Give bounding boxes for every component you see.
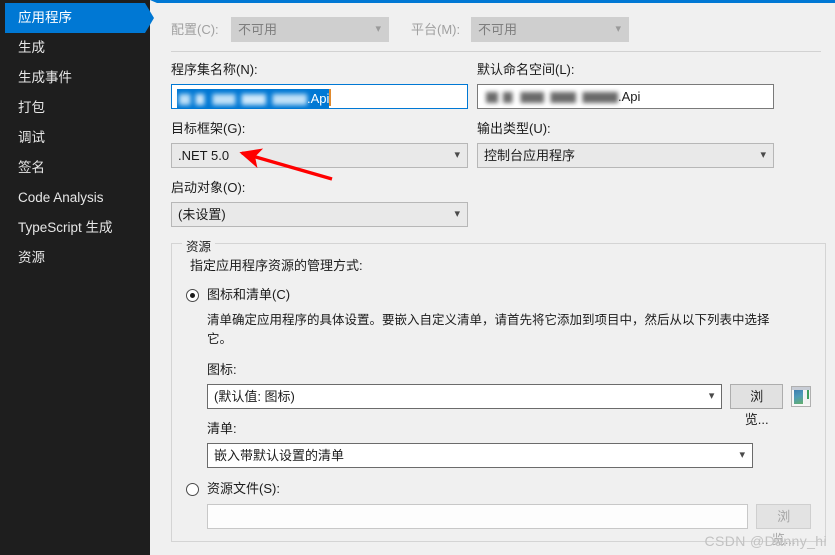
sidebar-item-application[interactable]: 应用程序 bbox=[5, 3, 154, 33]
platform-label: 平台(M): bbox=[411, 21, 461, 37]
icon-label: 图标: bbox=[207, 362, 237, 377]
chevron-down-icon: ▾ bbox=[454, 208, 460, 220]
startup-object-label: 启动对象(O): bbox=[171, 180, 246, 195]
chevron-down-icon: ▾ bbox=[708, 390, 715, 402]
resources-description: 指定应用程序资源的管理方式: bbox=[190, 258, 363, 273]
assembly-name-suffix: .Api bbox=[307, 91, 330, 107]
icon-preview-thumbnail bbox=[791, 386, 812, 407]
target-framework-label: 目标框架(G): bbox=[171, 121, 246, 136]
resource-file-label: 资源文件(S): bbox=[207, 481, 280, 496]
platform-value: 不可用 bbox=[478, 22, 518, 37]
icon-browse-button[interactable]: 浏览... bbox=[730, 384, 784, 427]
resource-file-browse-button[interactable]: 浏览... bbox=[756, 504, 811, 547]
sidebar-item-resources[interactable]: 资源 bbox=[0, 243, 150, 273]
manifest-dropdown[interactable]: 嵌入带默认设置的清单 ▾ bbox=[207, 443, 753, 468]
startup-object-dropdown[interactable]: (未设置) ▾ bbox=[171, 202, 468, 227]
output-type-dropdown[interactable]: 控制台应用程序 ▾ bbox=[477, 143, 774, 168]
text-caret bbox=[329, 89, 332, 107]
configuration-value: 不可用 bbox=[238, 22, 278, 37]
chevron-down-icon: ▾ bbox=[375, 23, 381, 35]
icon-and-manifest-label: 图标和清单(C) bbox=[207, 287, 291, 302]
sidebar-item-label: 资源 bbox=[18, 250, 45, 265]
default-namespace-label: 默认命名空间(L): bbox=[477, 62, 575, 77]
resource-file-radio-row[interactable]: 资源文件(S): bbox=[186, 481, 811, 497]
sidebar-item-label: 打包 bbox=[18, 100, 45, 115]
sidebar-item-label: 调试 bbox=[18, 130, 45, 145]
sidebar-item-label: TypeScript 生成 bbox=[18, 220, 113, 235]
manifest-label: 清单: bbox=[207, 421, 237, 436]
target-framework-value: .NET 5.0 bbox=[178, 148, 230, 163]
platform-dropdown[interactable]: 不可用 ▾ bbox=[471, 17, 629, 42]
output-type-label: 输出类型(U): bbox=[477, 121, 551, 136]
icon-browse-label: 浏览... bbox=[744, 389, 769, 427]
configuration-dropdown[interactable]: 不可用 ▾ bbox=[231, 17, 389, 42]
icon-dropdown[interactable]: (默认值: 图标) ▾ bbox=[207, 384, 723, 409]
sidebar-item-debug[interactable]: 调试 bbox=[0, 123, 150, 153]
properties-sidebar: 应用程序 生成 生成事件 打包 调试 签名 Code Analysis Type… bbox=[0, 0, 154, 555]
sidebar-item-build-events[interactable]: 生成事件 bbox=[0, 63, 150, 93]
sidebar-item-label: 生成事件 bbox=[18, 70, 72, 85]
resource-file-input[interactable] bbox=[207, 504, 749, 529]
assembly-name-label: 程序集名称(N): bbox=[171, 62, 258, 77]
sidebar-item-label: 生成 bbox=[18, 40, 45, 55]
redacted-text bbox=[179, 94, 307, 106]
icon-value: (默认值: 图标) bbox=[214, 389, 295, 404]
default-namespace-suffix: .Api bbox=[618, 89, 641, 104]
resources-group-title: 资源 bbox=[182, 236, 216, 255]
chevron-down-icon: ▾ bbox=[454, 149, 460, 161]
section-divider bbox=[171, 51, 821, 52]
sidebar-item-label: 签名 bbox=[18, 160, 45, 175]
sidebar-item-code-analysis[interactable]: Code Analysis bbox=[0, 183, 150, 213]
output-type-value: 控制台应用程序 bbox=[484, 148, 576, 163]
visual-studio-project-properties-window: 应用程序 生成 生成事件 打包 调试 签名 Code Analysis Type… bbox=[0, 0, 835, 555]
sidebar-item-typescript-build[interactable]: TypeScript 生成 bbox=[0, 213, 150, 243]
assembly-name-selected-text: .Api bbox=[177, 89, 330, 108]
redacted-text bbox=[486, 92, 618, 104]
default-namespace-input[interactable]: .Api bbox=[477, 84, 774, 109]
sidebar-item-label: Code Analysis bbox=[18, 190, 104, 205]
sidebar-item-label: 应用程序 bbox=[18, 10, 72, 25]
sidebar-item-build[interactable]: 生成 bbox=[0, 33, 150, 63]
resource-file-radio[interactable] bbox=[186, 483, 199, 496]
resources-group: 资源 指定应用程序资源的管理方式: 图标和清单(C) 清单确定应用程序的具体设置… bbox=[171, 236, 826, 547]
icon-and-manifest-help-text: 清单确定应用程序的具体设置。要嵌入自定义清单，请首先将它添加到项目中，然后从以下… bbox=[207, 313, 770, 346]
chevron-down-icon: ▾ bbox=[739, 449, 745, 461]
application-settings-pane: 配置(C): 不可用 ▾ 平台(M): 不可用 ▾ 程序集名称(N): .Api bbox=[150, 0, 835, 555]
csdn-watermark: CSDN @Danny_hi bbox=[704, 533, 827, 549]
manifest-value: 嵌入带默认设置的清单 bbox=[214, 448, 345, 463]
target-framework-dropdown[interactable]: .NET 5.0 ▾ bbox=[171, 143, 468, 168]
sidebar-item-package[interactable]: 打包 bbox=[0, 93, 150, 123]
chevron-down-icon: ▾ bbox=[615, 23, 621, 35]
startup-object-value: (未设置) bbox=[178, 207, 226, 222]
icon-and-manifest-radio[interactable] bbox=[186, 289, 199, 302]
configuration-label: 配置(C): bbox=[171, 21, 219, 37]
assembly-name-input[interactable]: .Api bbox=[171, 84, 468, 109]
chevron-down-icon: ▾ bbox=[760, 149, 766, 161]
sidebar-item-signing[interactable]: 签名 bbox=[0, 153, 150, 183]
icon-and-manifest-radio-row[interactable]: 图标和清单(C) bbox=[186, 287, 811, 303]
